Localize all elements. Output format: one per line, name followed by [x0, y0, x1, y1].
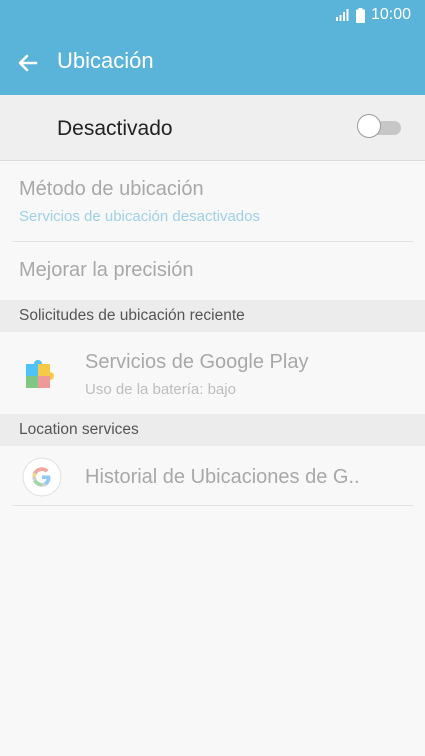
mejorar-precision-item[interactable]: Mejorar la precisión	[0, 242, 425, 300]
location-toggle-switch[interactable]	[357, 114, 403, 138]
historial-ubicaciones-name: Historial de Ubicaciones de G..	[85, 466, 360, 488]
section-header-recent-label: Solicitudes de ubicación reciente	[19, 307, 245, 324]
google-play-services-detail: Uso de la batería: bajo	[85, 381, 236, 398]
google-play-services-name: Servicios de Google Play	[85, 351, 309, 373]
google-play-services-icon	[26, 360, 54, 388]
back-arrow-icon[interactable]	[14, 49, 42, 77]
page-title: Ubicación	[57, 48, 154, 73]
section-header-recent: Solicitudes de ubicación reciente	[0, 300, 425, 332]
mejorar-precision-title: Mejorar la precisión	[19, 259, 194, 281]
section-header-services-label: Location services	[19, 421, 139, 438]
historial-ubicaciones-item[interactable]: Historial de Ubicaciones de G..	[0, 446, 425, 506]
toggle-thumb	[357, 114, 381, 138]
location-master-switch-row[interactable]: Desactivado	[0, 95, 425, 161]
signal-icon	[335, 9, 349, 21]
google-g-icon	[22, 457, 62, 497]
metodo-ubicacion-subtitle: Servicios de ubicación desactivados	[19, 208, 260, 225]
app-bar: Ubicación	[0, 30, 425, 95]
battery-icon	[355, 7, 365, 23]
divider	[12, 505, 413, 506]
section-header-services: Location services	[0, 414, 425, 446]
metodo-ubicacion-title: Método de ubicación	[19, 178, 204, 200]
master-switch-label: Desactivado	[57, 117, 173, 140]
status-time: 10:00	[370, 6, 411, 23]
metodo-ubicacion-item[interactable]: Método de ubicación Servicios de ubicaci…	[0, 162, 425, 242]
status-bar: 10:00	[0, 0, 425, 30]
google-play-services-item[interactable]: Servicios de Google Play Uso de la bater…	[0, 332, 425, 414]
